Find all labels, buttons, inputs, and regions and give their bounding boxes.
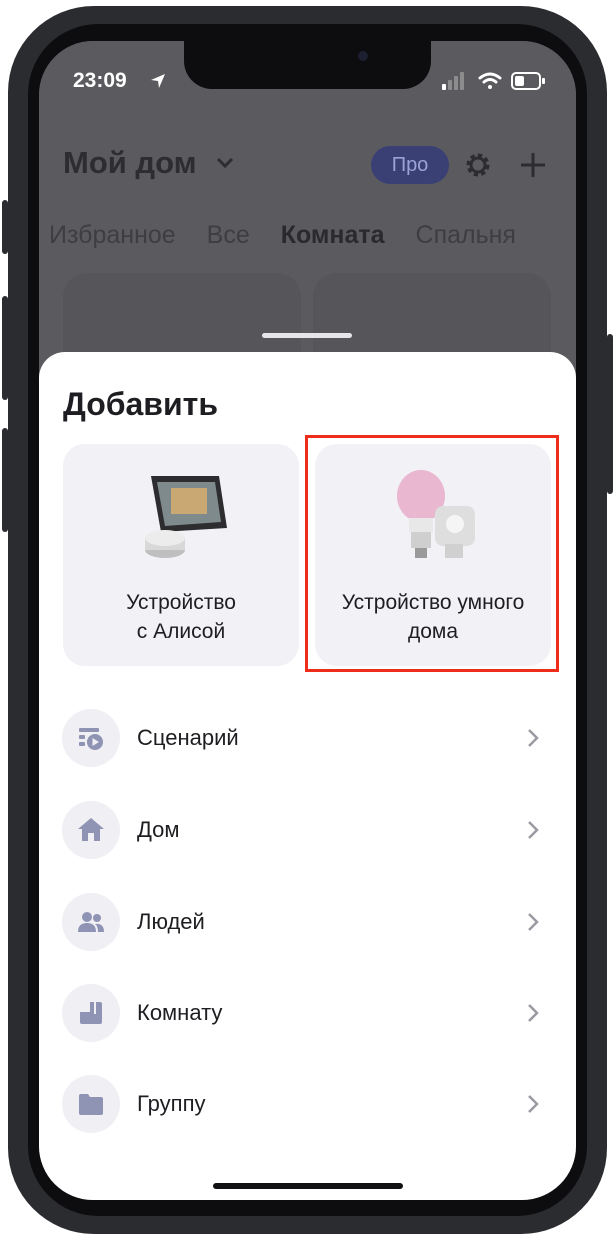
chevron-right-icon <box>528 729 539 747</box>
status-time: 23:09 <box>73 69 127 92</box>
add-home-item[interactable]: Дом <box>39 795 576 865</box>
room-label: Комнату <box>137 1000 223 1025</box>
smart-speaker-image <box>145 476 227 558</box>
tab-favorites[interactable]: Избранное <box>49 221 176 249</box>
pro-badge[interactable]: Про <box>371 146 449 184</box>
tab-bedroom[interactable]: Спальня <box>416 221 516 249</box>
front-camera <box>358 51 368 61</box>
people-label: Людей <box>137 909 205 934</box>
highlight-box <box>305 435 559 672</box>
chevron-right-icon <box>528 821 539 839</box>
add-people-item[interactable]: Людей <box>39 887 576 957</box>
tab-all[interactable]: Все <box>207 221 250 249</box>
wifi-icon <box>478 72 502 89</box>
power-button <box>607 334 613 494</box>
home-indicator[interactable] <box>213 1183 403 1189</box>
chevron-down-icon <box>216 157 234 169</box>
add-room-item[interactable]: Комнату <box>39 978 576 1048</box>
room-icon <box>80 1002 102 1024</box>
add-alice-device-tile[interactable]: Устройство с Алисой <box>63 444 299 666</box>
home-title[interactable]: Мой дом <box>63 145 197 181</box>
chevron-right-icon <box>528 1004 539 1022</box>
tab-room[interactable]: Комната <box>281 221 385 249</box>
group-label: Группу <box>137 1091 206 1116</box>
chevron-right-icon <box>528 1095 539 1113</box>
scenario-label: Сценарий <box>137 725 239 750</box>
house-icon <box>78 818 104 841</box>
folder-icon <box>79 1094 103 1115</box>
status-icons <box>442 72 545 90</box>
volume-up-button <box>2 296 8 400</box>
signal-icon <box>442 72 464 90</box>
tile-label: Устройство с Алисой <box>126 591 236 643</box>
location-arrow-icon <box>151 74 165 88</box>
scenario-icon <box>79 728 103 750</box>
home-label: Дом <box>137 817 180 842</box>
add-bottom-sheet: Добавить Устройство с Алисой Устройство … <box>39 352 576 1200</box>
screen: 23:09 Мой дом Про Избранное Все Комната … <box>39 41 576 1200</box>
chevron-right-icon <box>528 913 539 931</box>
plus-icon[interactable] <box>519 151 547 179</box>
mute-switch <box>2 200 8 254</box>
add-group-item[interactable]: Группу <box>39 1069 576 1139</box>
sheet-grabber[interactable] <box>262 333 352 338</box>
gear-icon[interactable] <box>463 150 493 180</box>
sheet-title: Добавить <box>63 386 218 422</box>
add-scenario-item[interactable]: Сценарий <box>39 703 576 773</box>
room-tabs: Избранное Все Комната Спальня <box>49 221 540 250</box>
people-icon <box>78 912 104 932</box>
volume-down-button <box>2 428 8 532</box>
notch <box>184 41 431 89</box>
battery-icon <box>511 72 545 90</box>
